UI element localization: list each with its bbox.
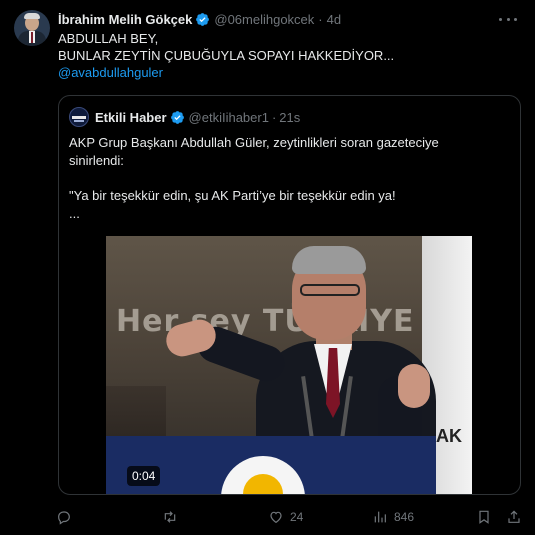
speaker-right-hand	[398, 364, 430, 408]
quote-text-line: ...	[69, 206, 80, 221]
speaker-glasses	[300, 284, 360, 296]
tweet[interactable]: İbrahim Melih Gökçek @06melihgokcek · 4d…	[0, 0, 535, 535]
retweet-icon	[164, 511, 176, 523]
views-chart-icon	[374, 511, 386, 523]
separator-dot: ·	[318, 11, 323, 27]
quoted-tweet[interactable]: Etkili Haber @etkiIihaber1 · 21s AKP Gru…	[58, 95, 521, 495]
quote-header: Etkili Haber @etkiIihaber1 · 21s	[69, 107, 300, 127]
tweet-text: ABDULLAH BEY, BUNLAR ZEYTİN ÇUBUĞUYLA SO…	[58, 30, 518, 81]
author-avatar[interactable]	[14, 10, 50, 46]
reply-icon	[58, 511, 70, 525]
quote-author-avatar[interactable]	[69, 107, 89, 127]
quote-text: AKP Grup Başkanı Abdullah Güler, zeytinl…	[69, 134, 509, 223]
quote-timestamp[interactable]: 21s	[279, 110, 300, 125]
quote-text-line: sinirlendi:	[69, 153, 124, 168]
avatar-hair	[24, 13, 40, 19]
more-dot	[499, 17, 502, 21]
tweet-text-line: ABDULLAH BEY,	[58, 31, 159, 46]
more-dot	[506, 17, 510, 21]
heart-icon	[270, 511, 282, 524]
like-button[interactable]: 24	[268, 507, 303, 527]
verified-badge-icon[interactable]	[195, 12, 210, 27]
tweet-text-line: BUNLAR ZEYTİN ÇUBUĞUYLA SOPAYI HAKKEDİYO…	[58, 48, 395, 63]
tweet-timestamp[interactable]: 4d	[327, 12, 341, 27]
reply-button[interactable]	[56, 507, 78, 527]
quote-text-blank-line	[69, 170, 509, 187]
video-player[interactable]: Her şey TÜRKİYE için! anka AK	[106, 236, 472, 494]
share-button[interactable]	[506, 507, 522, 527]
like-count: 24	[290, 510, 304, 524]
author-handle[interactable]: @06melihgokcek	[214, 12, 314, 27]
views-button[interactable]: 846	[372, 507, 414, 527]
avatar-tie	[31, 32, 33, 43]
video-duration: 0:04	[127, 466, 161, 486]
more-dot	[514, 17, 517, 21]
quote-author-display-name[interactable]: Etkili Haber	[95, 110, 167, 125]
bookmark-icon	[479, 510, 489, 524]
quote-text-line: "Ya bir teşekkür edin, şu AK Parti’ye bi…	[69, 188, 396, 203]
video-flag-text: AK	[436, 426, 462, 446]
bookmark-button[interactable]	[476, 507, 492, 527]
speaker-hair	[292, 246, 366, 274]
mention-link[interactable]: @avabdullahguler	[58, 64, 518, 81]
tweet-header: İbrahim Melih Gökçek @06melihgokcek · 4d	[58, 10, 341, 28]
tweet-actions: 24 846	[56, 507, 524, 527]
views-count: 846	[394, 510, 415, 524]
separator-dot: ·	[271, 109, 277, 125]
verified-badge-icon[interactable]	[170, 110, 185, 125]
quote-author-handle[interactable]: @etkiIihaber1	[189, 110, 269, 125]
quote-text-line: AKP Grup Başkanı Abdullah Güler, zeytinl…	[69, 135, 439, 150]
author-display-name[interactable]: İbrahim Melih Gökçek	[58, 12, 192, 27]
share-icon	[508, 510, 520, 523]
more-options-icon[interactable]	[499, 12, 517, 26]
retweet-button[interactable]	[162, 507, 184, 527]
